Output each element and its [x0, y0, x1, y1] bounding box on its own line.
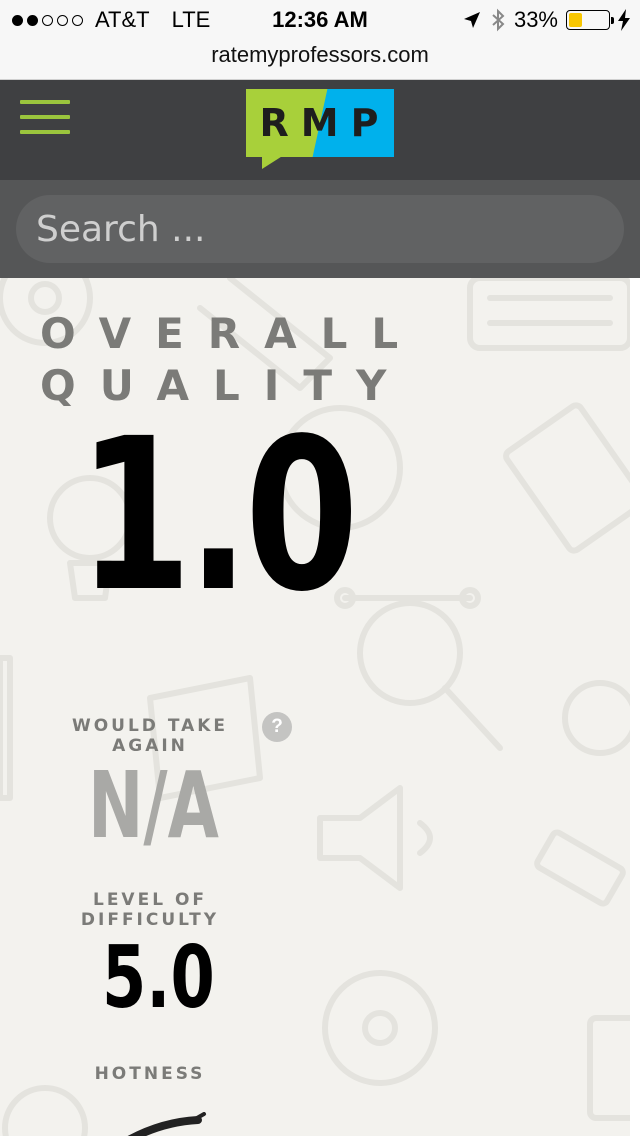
- url-domain: ratemyprofessors.com: [211, 42, 429, 67]
- charging-bolt-icon: [618, 9, 630, 31]
- logo-speech-tail: [262, 155, 284, 169]
- battery-percent: 33%: [513, 7, 558, 32]
- help-icon[interactable]: ?: [262, 712, 292, 742]
- search-bar: [0, 180, 640, 278]
- rating-content: OVERALL QUALITY 1.0 WOULD TAKE AGAIN ? N…: [0, 278, 640, 1136]
- difficulty-label: LEVEL OF DIFFICULTY: [80, 890, 220, 930]
- right-edge: [630, 278, 640, 1136]
- search-input[interactable]: [16, 195, 624, 263]
- difficulty-value: 5.0: [102, 928, 215, 1028]
- battery-cap: [611, 17, 614, 24]
- status-right: 33%: [462, 7, 630, 33]
- url-bar[interactable]: ratemyprofessors.com: [0, 40, 640, 80]
- battery-icon: [566, 10, 614, 30]
- bluetooth-icon: [492, 8, 505, 32]
- status-bar: AT&T LTE 12:36 AM 33%: [0, 0, 640, 40]
- rmp-logo[interactable]: RMP: [246, 89, 394, 169]
- logo-text: RMP: [259, 101, 391, 145]
- chili-pepper-icon: [127, 1112, 206, 1136]
- overall-quality-value: 1.0: [78, 393, 359, 638]
- hamburger-menu-icon[interactable]: [20, 100, 70, 134]
- battery-fill: [569, 13, 582, 27]
- location-arrow-icon: [463, 12, 480, 28]
- would-take-again-value: N/A: [88, 752, 219, 859]
- site-header: RMP: [0, 80, 640, 180]
- hotness-label: HOTNESS: [94, 1064, 206, 1084]
- would-take-again-label: WOULD TAKE AGAIN: [71, 716, 229, 756]
